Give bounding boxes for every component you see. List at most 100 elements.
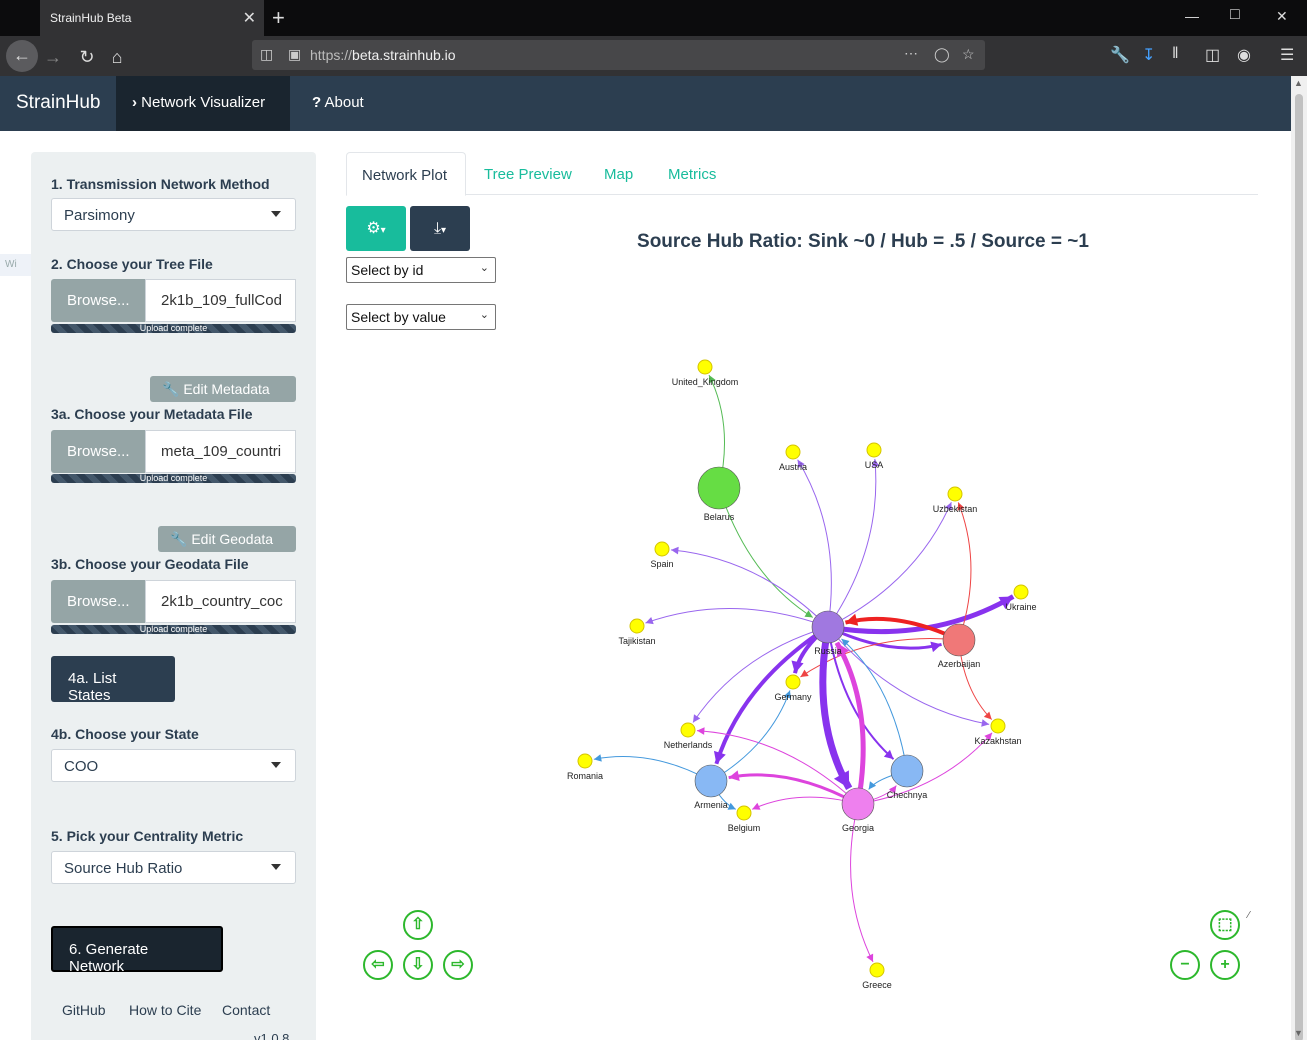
more-icon[interactable]: ⋯ — [904, 45, 918, 62]
nav-network-visualizer[interactable]: › Network Visualizer — [116, 76, 290, 131]
node-Uzbekistan[interactable] — [947, 486, 963, 502]
select-by-id[interactable]: Select by id ⌄ — [346, 257, 496, 283]
node-Greece[interactable] — [869, 962, 885, 978]
node-Russia[interactable] — [811, 610, 845, 644]
node-Belarus[interactable] — [697, 466, 741, 510]
edit-metadata-button[interactable]: 🔧 Edit Metadata — [150, 376, 296, 402]
arrowhead-Azerbaijan-Kazakhstan — [983, 711, 992, 720]
pan-left-button[interactable]: ⇦ — [363, 950, 393, 980]
node-Tajikistan[interactable] — [629, 618, 645, 634]
node-label-Georgia: Georgia — [842, 823, 874, 833]
wrench-icon[interactable]: 🔧 — [1110, 45, 1130, 65]
tab-network-plot[interactable]: Network Plot — [346, 152, 466, 196]
node-Belgium[interactable] — [736, 805, 752, 821]
reload-icon[interactable]: ↻ — [74, 44, 100, 70]
brand[interactable]: StrainHub — [16, 92, 101, 114]
home-icon[interactable]: ⌂ — [104, 44, 130, 70]
scroll-down-icon[interactable]: ▼ — [1294, 1028, 1303, 1038]
tab-tree-preview[interactable]: Tree Preview — [469, 152, 587, 195]
download-dropdown[interactable]: ⤓▾ — [410, 206, 470, 251]
account-icon[interactable]: ◉ — [1237, 45, 1251, 65]
minimize-icon[interactable]: — — [1185, 8, 1199, 24]
edge-Belarus-Russia[interactable] — [718, 487, 814, 618]
back-icon[interactable]: ← — [6, 40, 38, 72]
window-close-icon[interactable]: ✕ — [1276, 8, 1288, 25]
browse-button[interactable]: Browse... — [51, 580, 145, 623]
tab-map[interactable]: Map — [589, 152, 648, 195]
fit-view-button[interactable]: ⬚ — [1210, 910, 1240, 940]
node-Austria[interactable] — [785, 444, 801, 460]
library-icon[interactable]: ‖ — [1172, 45, 1179, 63]
how-to-cite-link[interactable]: How to Cite — [129, 1002, 201, 1018]
bookmark-star-icon[interactable]: ☆ — [962, 46, 975, 63]
node-Germany[interactable] — [785, 674, 801, 690]
generate-network-button[interactable]: 6. Generate Network — [51, 926, 223, 975]
method-select[interactable]: Parsimony — [51, 198, 296, 231]
geodata-file-name: 2k1b_country_coc — [145, 580, 296, 623]
metadata-file-input[interactable]: Browse... meta_109_countri — [51, 430, 296, 473]
node-Spain[interactable] — [654, 541, 670, 557]
close-tab-icon[interactable]: ✕ — [243, 8, 256, 28]
scroll-thumb[interactable] — [1295, 94, 1303, 1040]
edge-Russia-Spain[interactable] — [670, 549, 829, 628]
tree-file-input[interactable]: Browse... 2k1b_109_fullCod — [51, 279, 296, 322]
node-Azerbaijan[interactable] — [942, 623, 976, 657]
edge-Russia-Tajikistan[interactable] — [645, 608, 829, 628]
browser-tab[interactable]: StrainHub Beta ✕ — [40, 0, 264, 36]
pocket-icon[interactable]: ◯ — [934, 46, 950, 63]
edge-Armenia-Germany[interactable] — [710, 690, 791, 782]
browse-button[interactable]: Browse... — [51, 430, 145, 473]
zoom-out-button[interactable]: − — [1170, 950, 1200, 980]
node-Netherlands[interactable] — [680, 722, 696, 738]
node-Georgia[interactable] — [841, 787, 875, 821]
lock-icon[interactable]: ▣ — [288, 46, 301, 63]
forward-icon[interactable]: → — [40, 44, 66, 70]
new-tab-icon[interactable]: + — [272, 5, 285, 31]
node-Armenia[interactable] — [694, 764, 728, 798]
node-Chechnya[interactable] — [890, 754, 924, 788]
edge-Russia-USA[interactable] — [827, 458, 877, 628]
page-scrollbar[interactable]: ▲ ▼ — [1291, 76, 1307, 1040]
chevron-right-icon: › — [132, 94, 137, 111]
contact-link[interactable]: Contact — [222, 1002, 270, 1018]
select-by-value[interactable]: Select by value ⌄ — [346, 304, 496, 330]
centrality-select[interactable]: Source Hub Ratio — [51, 851, 296, 884]
sidebar-icon[interactable]: ◫ — [1205, 45, 1220, 65]
maximize-icon[interactable]: □ — [1230, 6, 1240, 24]
settings-dropdown[interactable]: ⚙▾ — [346, 206, 406, 251]
url-bar[interactable]: ◫ ▣ https://beta.strainhub.io ⋯ ◯ ☆ — [252, 40, 985, 70]
menu-icon[interactable]: ☰ — [1280, 45, 1294, 65]
github-link[interactable]: GitHub — [62, 1002, 106, 1018]
nav-about[interactable]: ? About — [296, 76, 380, 131]
edge-Russia-Uzbekistan[interactable] — [827, 502, 952, 628]
zoom-in-button[interactable]: + — [1210, 950, 1240, 980]
scroll-up-icon[interactable]: ▲ — [1294, 78, 1303, 88]
node-USA[interactable] — [866, 442, 882, 458]
node-Romania[interactable] — [577, 753, 593, 769]
shield-icon[interactable]: ◫ — [260, 46, 273, 63]
state-select[interactable]: COO — [51, 749, 296, 782]
resize-handle-icon[interactable]: ⁄ — [1245, 910, 1251, 921]
download-icon[interactable]: ↧ — [1142, 45, 1155, 65]
node-label-Chechnya: Chechnya — [887, 790, 928, 800]
pan-right-button[interactable]: ⇨ — [443, 950, 473, 980]
network-graph[interactable]: United_Kingdom Austria USA Uzbekistan Belaru… — [346, 330, 1286, 1010]
node-Kazakhstan[interactable] — [990, 718, 1006, 734]
node-label-Romania: Romania — [567, 771, 603, 781]
edit-geodata-button[interactable]: 🔧 Edit Geodata — [158, 526, 296, 552]
browser-toolbar: ← → ↻ ⌂ ◫ ▣ https://beta.strainhub.io ⋯ … — [0, 36, 1307, 76]
tab-metrics[interactable]: Metrics — [653, 152, 731, 195]
geodata-file-input[interactable]: Browse... 2k1b_country_coc — [51, 580, 296, 623]
list-states-button[interactable]: 4a. List States — [51, 656, 175, 704]
pan-down-button[interactable]: ⇩ — [403, 950, 433, 980]
nav-label: Network Visualizer — [141, 94, 266, 111]
browse-button[interactable]: Browse... — [51, 279, 145, 322]
caret-down-icon — [271, 211, 281, 217]
edge-Armenia-Romania[interactable] — [593, 756, 712, 782]
node-label-Armenia: Armenia — [694, 800, 728, 810]
pan-up-button[interactable]: ⇧ — [403, 910, 433, 940]
edge-Russia-Austria[interactable] — [797, 459, 832, 628]
arrowhead-Russia-Spain — [670, 546, 679, 555]
node-Ukraine[interactable] — [1013, 584, 1029, 600]
node-United_Kingdom[interactable] — [697, 359, 713, 375]
